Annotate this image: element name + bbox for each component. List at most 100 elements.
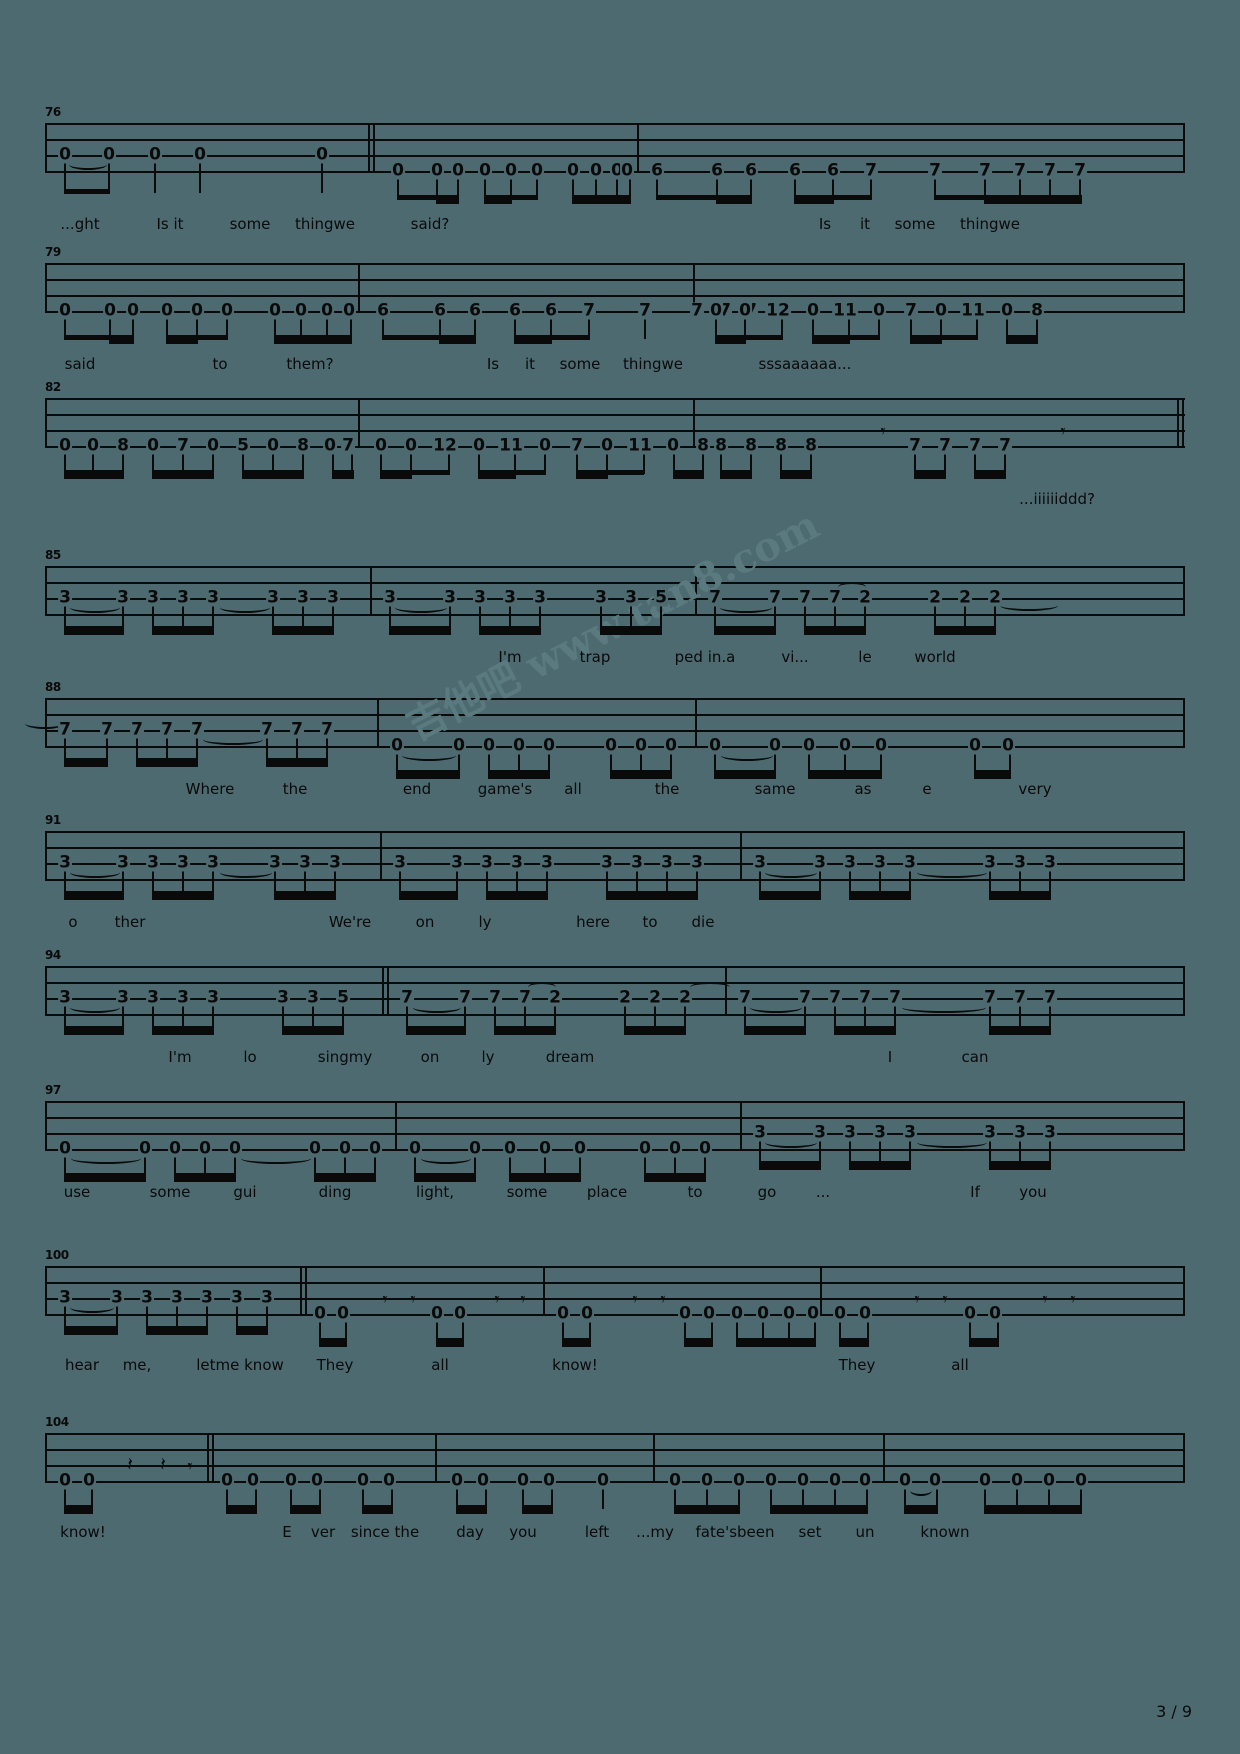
tab-note: 0 [391, 160, 405, 181]
tab-note: 0 [58, 300, 72, 321]
tie [70, 602, 120, 613]
tab-note: 0 [450, 1470, 464, 1491]
tab-note: 0 [146, 435, 160, 456]
lyric: I'm [498, 648, 522, 666]
beam [984, 199, 1082, 204]
eighth-rest: 𝄾 [880, 420, 886, 443]
staff-line [45, 831, 1185, 833]
lyric: dream [545, 1048, 595, 1066]
tab-note: 7 [1043, 987, 1057, 1008]
lyric-row-6: o ther We're on ly here to die [45, 913, 1195, 935]
tab-note: 7 [978, 160, 992, 181]
staff-line [45, 1014, 1185, 1016]
staff-10: 0 0 𝄽 𝄽 𝄾 0 0 0 0 0 0 0 0 0 0 0 0 0 0 0 … [45, 1433, 1185, 1514]
tab-note: 0 [482, 735, 496, 756]
tab-note: 0 [963, 1303, 977, 1324]
tab-note: 0 [678, 1303, 692, 1324]
beam [684, 1342, 713, 1347]
tab-note: 6 [788, 160, 802, 181]
barline [695, 698, 697, 748]
tab-note: 8 [116, 435, 130, 456]
tab-note: 0 [86, 435, 100, 456]
system-7: 94 3 3 3 3 3 3 3 5 7 7 7 7 2 2 2 2 7 7 7… [0, 948, 1240, 1078]
beam [399, 895, 458, 900]
beam [494, 1030, 556, 1035]
lyric: I [887, 1048, 893, 1066]
measure-number-91: 91 [45, 813, 61, 827]
tab-note: 11 [498, 435, 524, 456]
staff-9: 3 3 3 3 3 3 3 0 0 𝄾 𝄾 0 0 𝄾 𝄾 0 0 𝄾 𝄾 0 … [45, 1266, 1185, 1347]
barline [1183, 966, 1185, 1016]
staff-line [45, 295, 1185, 297]
tab-note: 0 [600, 435, 614, 456]
tab-note: 3 [1043, 1122, 1057, 1143]
tab-note: 0 [666, 435, 680, 456]
beam [64, 189, 110, 194]
tab-note: 3 [1013, 1122, 1027, 1143]
lyric: thingwe [959, 215, 1021, 233]
barline [1183, 1101, 1185, 1151]
system-8: 97 0 0 0 0 0 0 0 0 0 0 0 0 0 0 0 0 3 3 3… [0, 1083, 1240, 1213]
tab-note: 3 [473, 587, 487, 608]
tab-note: 2 [648, 987, 662, 1008]
barline [45, 1266, 47, 1316]
tab-note: 0 [58, 1138, 72, 1159]
lyric: Where [185, 780, 235, 798]
tab-note: 3 [146, 987, 160, 1008]
tie [395, 602, 447, 613]
tab-note: 8 [696, 435, 710, 456]
barline [820, 1266, 822, 1316]
beam [849, 895, 911, 900]
barline [883, 1433, 885, 1483]
tab-note: 0 [1000, 300, 1014, 321]
tab-note: 0 [138, 1138, 152, 1159]
tab-note: 0 [708, 735, 722, 756]
tab-note: 0 [782, 1303, 796, 1324]
tie [413, 1002, 461, 1013]
beam [715, 339, 746, 344]
beam [989, 895, 1051, 900]
lyric: If [970, 1183, 980, 1201]
lyric: world [914, 648, 956, 666]
lyric: thingwe [294, 215, 356, 233]
tab-note: 0 [874, 735, 888, 756]
lyric: very [1018, 780, 1052, 798]
beam [64, 630, 124, 635]
barline [740, 1101, 742, 1151]
lyric: o [68, 913, 78, 931]
beam [146, 1330, 208, 1335]
tab-note: 7 [1073, 160, 1087, 181]
barline [358, 263, 360, 313]
tie [1000, 600, 1058, 611]
tab-note: 7 [768, 587, 782, 608]
note-stem [602, 1489, 604, 1509]
tab-note: 0 [168, 1138, 182, 1159]
tab-note: 7 [888, 987, 902, 1008]
lyric: use [63, 1183, 91, 1201]
staff-4: 3 3 3 3 3 3 3 3 3 3 3 3 3 3 3 5 7 7 7 7 … [45, 566, 1185, 635]
lyric: Is it [156, 215, 184, 233]
note-stem [154, 163, 156, 193]
lyric: ly [478, 913, 492, 931]
beam [934, 630, 996, 635]
tab-note: 2 [928, 587, 942, 608]
tab-note: 3 [140, 1287, 154, 1308]
lyric: sssaaaaaa... [758, 355, 852, 373]
tab-note: 7 [400, 987, 414, 1008]
beam [812, 339, 850, 344]
beam [152, 895, 214, 900]
tab-note: 7 [738, 987, 752, 1008]
lyric-row-10: know! E ver since the day you left ...my… [45, 1523, 1195, 1545]
tab-note: 7 [828, 587, 842, 608]
staff-7: 3 3 3 3 3 3 3 5 7 7 7 7 2 2 2 2 7 7 7 7 … [45, 966, 1185, 1035]
double-barline [207, 1433, 215, 1483]
tab-note: 3 [176, 987, 190, 1008]
tab-note: 7 [708, 587, 722, 608]
staff-line [45, 1449, 1185, 1451]
beam [974, 474, 1006, 479]
staff-6: 3 3 3 3 3 3 3 3 3 3 3 3 3 3 3 3 3 3 3 3 … [45, 831, 1185, 900]
sheet-music-page: 7 6 0 0 0 0 0 0 0 0 0 0 0 0 0 0 0 6 6 6 6… [0, 0, 1240, 1754]
tab-note: 12 [765, 300, 791, 321]
tab-note: 0 [126, 300, 140, 321]
tab-note: 0 [1001, 735, 1015, 756]
